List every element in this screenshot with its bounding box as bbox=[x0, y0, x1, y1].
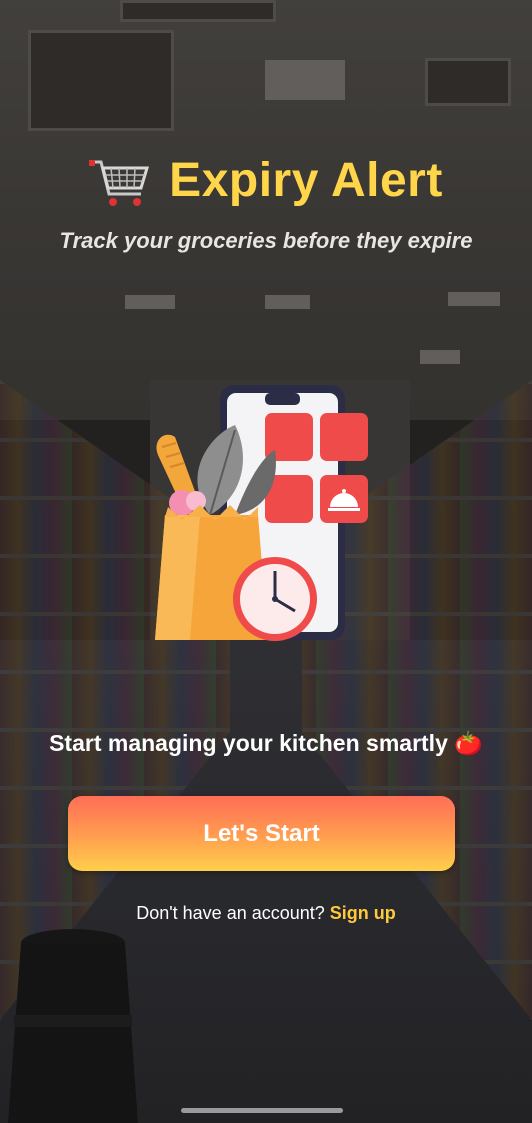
grocery-phone-illustration bbox=[155, 385, 368, 641]
signup-prompt: Don't have an account? bbox=[136, 903, 325, 923]
lets-start-button[interactable]: Let's Start bbox=[68, 796, 455, 871]
title-row: Expiry Alert bbox=[0, 150, 532, 210]
shopping-cart-icon bbox=[89, 160, 150, 206]
cta-message: Start managing your kitchen smartly bbox=[49, 730, 448, 756]
signup-row: Don't have an account? Sign up bbox=[0, 903, 532, 924]
home-indicator[interactable] bbox=[181, 1108, 343, 1113]
header: Expiry Alert Track your groceries before… bbox=[0, 150, 532, 254]
cta-text: Start managing your kitchen smartly 🍅 bbox=[0, 730, 532, 757]
app-title: Expiry Alert bbox=[169, 153, 443, 207]
clock-icon bbox=[272, 596, 278, 602]
tomato-emoji: 🍅 bbox=[454, 730, 483, 756]
tagline: Track your groceries before they expire bbox=[59, 228, 473, 253]
sign-up-link[interactable]: Sign up bbox=[330, 903, 396, 923]
